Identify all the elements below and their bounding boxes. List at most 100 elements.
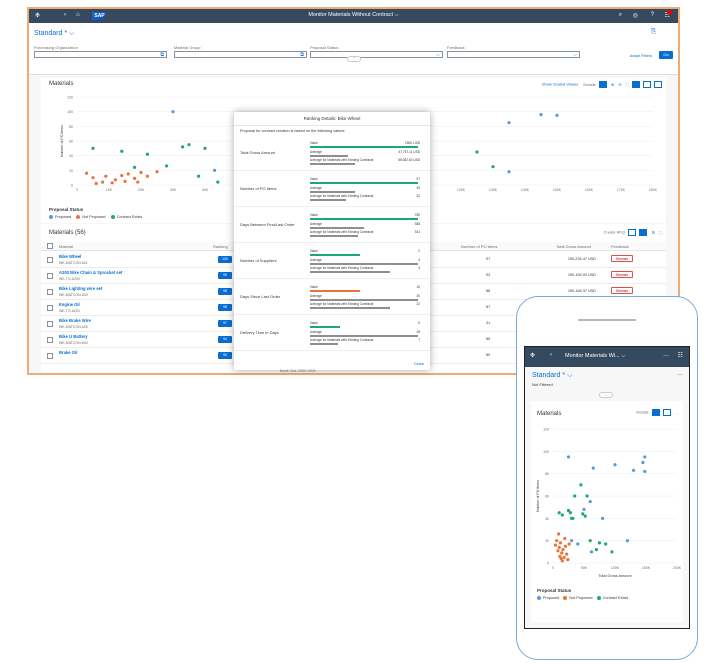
ranking-badge[interactable]: 99 (218, 272, 232, 279)
fullscreen-icon[interactable]: ⛶ (626, 82, 629, 87)
data-point-contract-exists[interactable] (568, 511, 572, 515)
dismiss-button[interactable]: Dismiss (611, 255, 633, 262)
data-point-not-proposed[interactable] (557, 545, 561, 549)
proposal-status-select[interactable]: ⌵ (310, 51, 443, 58)
data-point-not-proposed[interactable] (110, 181, 114, 185)
data-point-proposed[interactable] (601, 516, 605, 520)
data-point-proposed[interactable] (589, 550, 594, 554)
data-point-proposed[interactable] (171, 110, 175, 114)
data-point-contract-exists[interactable] (187, 143, 191, 147)
help-icon[interactable]: ? (651, 12, 654, 18)
fullscreen-icon[interactable]: ⛶ (659, 230, 662, 235)
search-icon[interactable]: ⌕ (619, 12, 622, 19)
data-point-proposed[interactable] (576, 542, 580, 546)
data-point-contract-exists[interactable] (560, 513, 564, 517)
row-checkbox[interactable] (47, 321, 53, 327)
data-point-not-proposed[interactable] (556, 532, 561, 536)
chart-view-icon[interactable] (639, 229, 648, 236)
expand-header-button[interactable]: ⌵ (599, 392, 613, 398)
data-point-not-proposed[interactable] (555, 539, 559, 543)
data-point-not-proposed[interactable] (553, 543, 558, 547)
ranking-badge[interactable]: 90 (218, 352, 232, 359)
data-point-not-proposed[interactable] (560, 551, 564, 555)
data-point-contract-exists[interactable] (585, 494, 589, 498)
data-point-not-proposed[interactable] (104, 174, 108, 178)
table-view-icon[interactable] (662, 409, 671, 416)
legend-toggle-icon[interactable] (598, 81, 607, 88)
data-point-contract-exists[interactable] (475, 150, 479, 154)
dismiss-button[interactable]: Dismiss (611, 287, 633, 294)
data-point-not-proposed[interactable] (120, 173, 124, 178)
material-name-link[interactable]: Brake Oil (59, 350, 77, 355)
data-point-contract-exists[interactable] (203, 146, 207, 150)
data-point-not-proposed[interactable] (155, 170, 159, 174)
ranking-badge[interactable]: 97 (218, 320, 232, 327)
material-name-link[interactable]: Bike Wheel (59, 254, 81, 259)
chart-view-icon[interactable] (631, 81, 640, 88)
row-checkbox[interactable] (47, 353, 53, 359)
zoom-in-icon[interactable]: ⊕ (611, 82, 614, 87)
material-name-link[interactable]: Bike Lighting wire set (59, 286, 102, 291)
column-material[interactable]: Material (59, 244, 73, 249)
dismiss-button[interactable]: Dismiss (611, 271, 633, 278)
mobile-app-title[interactable]: Monitor Materials Wi... ⌵ (565, 353, 625, 360)
close-button[interactable]: Close (414, 361, 424, 366)
settings-icon[interactable] (654, 81, 662, 88)
data-point-contract-exists[interactable] (604, 542, 608, 546)
row-checkbox[interactable] (47, 337, 53, 343)
data-point-proposed[interactable] (643, 455, 647, 459)
data-point-proposed[interactable] (632, 468, 636, 472)
purchasing-org-input[interactable]: ⧉ (34, 51, 167, 58)
column-gross-amount[interactable]: Total Gross Amount (556, 244, 591, 249)
data-point-contract-exists[interactable] (91, 146, 95, 150)
data-point-contract-exists[interactable] (120, 149, 124, 153)
row-checkbox[interactable] (47, 273, 53, 279)
data-point-contract-exists[interactable] (145, 152, 149, 156)
data-point-not-proposed[interactable] (558, 541, 563, 545)
column-feedback[interactable]: Feedback (611, 244, 629, 249)
more-icon[interactable]: … (677, 371, 683, 377)
mobile-variant-selector[interactable]: Standard * ⌵ (532, 372, 572, 380)
material-group-input[interactable]: ⧉ (174, 51, 307, 58)
value-help-icon[interactable]: ⧉ (160, 52, 164, 58)
select-all-checkbox[interactable] (47, 243, 53, 249)
data-point-contract-exists[interactable] (571, 516, 575, 520)
material-name-link[interactable]: Engine Oil (59, 302, 80, 307)
data-point-proposed[interactable] (555, 113, 559, 117)
column-ranking[interactable]: Ranking (213, 244, 228, 249)
data-point-contract-exists[interactable] (594, 548, 598, 552)
data-point-proposed[interactable] (213, 168, 217, 172)
data-point-not-proposed[interactable] (91, 176, 95, 180)
value-help-icon[interactable]: ⧉ (300, 52, 304, 58)
data-point-proposed[interactable] (539, 113, 543, 117)
go-button[interactable]: Go (659, 51, 673, 59)
data-point-proposed[interactable] (591, 466, 595, 470)
ranking-badge[interactable]: 98 (218, 288, 232, 295)
ranking-badge[interactable]: 100 (218, 256, 232, 263)
back-icon[interactable]: ‹ (550, 352, 552, 358)
data-point-contract-exists[interactable] (581, 512, 585, 516)
adapt-filters-button[interactable]: Adapt Filters (630, 53, 652, 58)
material-name-link[interactable]: Bike Brake Wire (59, 318, 91, 323)
data-point-contract-exists[interactable] (597, 541, 602, 545)
data-point-not-proposed[interactable] (126, 172, 130, 176)
data-point-not-proposed[interactable] (556, 549, 560, 553)
show-scaled-values-link[interactable]: Show Scaled Values (542, 82, 578, 87)
data-point-not-proposed[interactable] (113, 178, 117, 182)
zoom-out-icon[interactable]: ⊖ (618, 82, 621, 87)
variant-selector[interactable]: Standard * ⌵ (34, 30, 74, 38)
data-point-proposed[interactable] (507, 121, 511, 125)
material-name-link[interactable]: A200 Bike Chain & Sprocket set (59, 270, 122, 275)
data-point-proposed[interactable] (566, 455, 571, 459)
data-point-proposed[interactable] (570, 539, 574, 543)
view-icon[interactable] (628, 229, 637, 236)
data-point-proposed[interactable] (507, 170, 511, 174)
app-title[interactable]: Monitor Materials Without Contract ⌵ (29, 12, 678, 19)
data-point-contract-exists[interactable] (133, 165, 137, 169)
data-point-not-proposed[interactable] (133, 176, 137, 180)
data-point-not-proposed[interactable] (123, 179, 127, 183)
share-icon[interactable]: ⎘ (651, 29, 656, 36)
data-point-contract-exists[interactable] (181, 145, 185, 149)
column-po-items[interactable]: Number of PO Items (461, 244, 497, 249)
row-checkbox[interactable] (47, 289, 53, 295)
